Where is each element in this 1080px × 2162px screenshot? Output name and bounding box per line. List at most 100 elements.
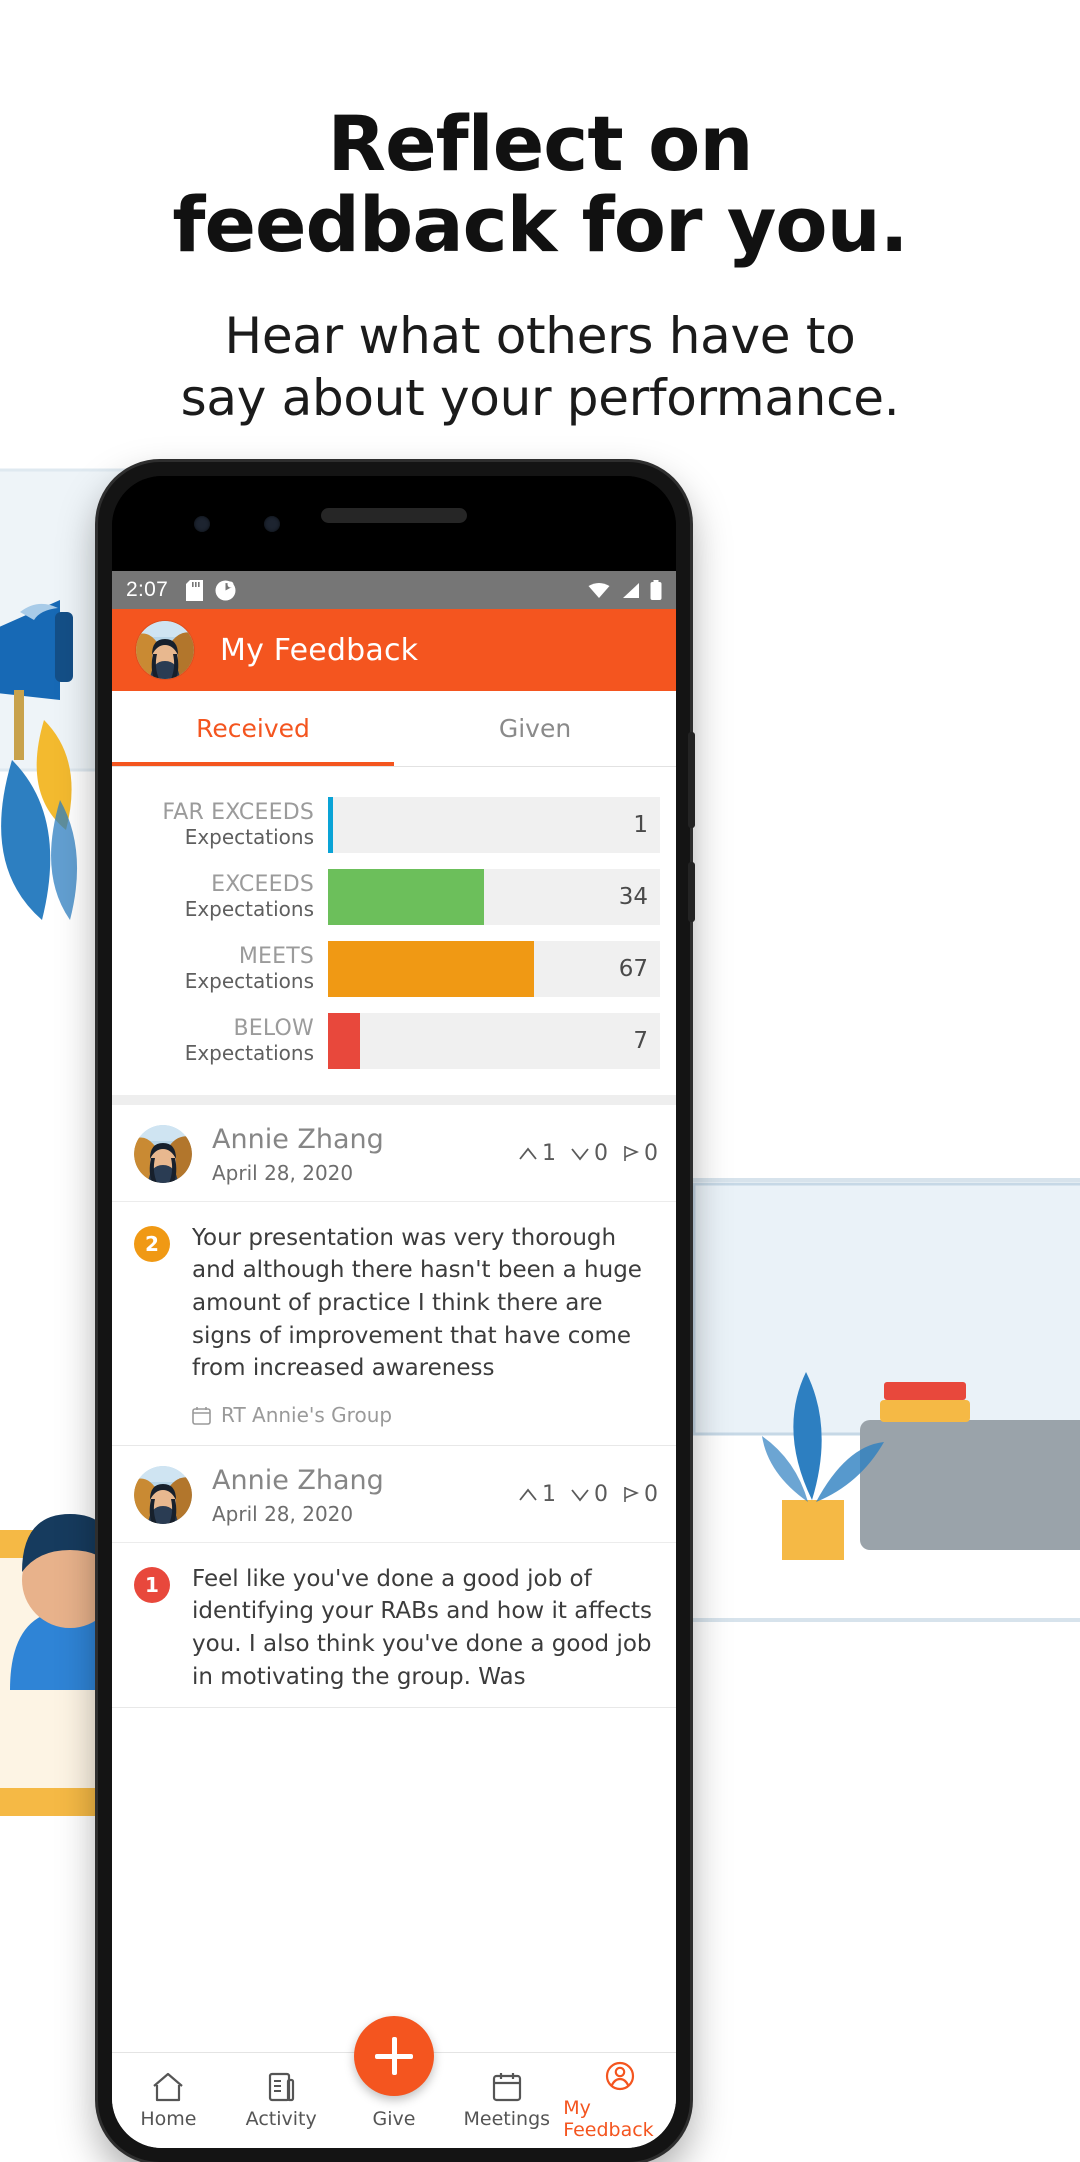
volume-button[interactable]	[688, 862, 695, 922]
flag-icon	[624, 1487, 639, 1503]
person-circle-icon	[605, 2061, 634, 2091]
stat-row-exceeds[interactable]: EXCEEDS Expectations 34	[128, 869, 660, 925]
stat-row-meets[interactable]: MEETS Expectations 67	[128, 941, 660, 997]
feedback-header: Annie Zhang April 28, 2020 1 0 0	[112, 1446, 676, 1543]
subhead-line-1: Hear what others have to	[224, 307, 856, 366]
feedback-date: April 28, 2020	[212, 1501, 354, 1526]
stat-label-line1: BELOW	[233, 1015, 314, 1041]
nav-item-activity[interactable]: Activity	[225, 2053, 338, 2148]
avatar[interactable]	[134, 1465, 192, 1524]
nav-label: Activity	[245, 2108, 317, 2130]
stat-track: 1	[328, 797, 660, 853]
page-title: My Feedback	[220, 632, 419, 668]
headline-line-2: feedback for you.	[172, 179, 908, 269]
downvote-button[interactable]: 0	[571, 1482, 608, 1507]
stat-count-meets: 67	[618, 956, 648, 982]
status-bar: 2:07	[112, 571, 676, 609]
feedback-text: Your presentation was very thorough and …	[192, 1224, 642, 1382]
feedback-body: 1 Feel like you've done a good job of id…	[112, 1543, 676, 1708]
tab-received[interactable]: Received	[112, 691, 394, 766]
feedback-body: 2 Your presentation was very thorough an…	[112, 1202, 676, 1399]
flag-count: 0	[644, 1482, 658, 1508]
stat-label-line1: FAR EXCEEDS	[162, 799, 314, 825]
flag-button[interactable]: 0	[623, 1141, 658, 1166]
home-icon	[153, 2072, 184, 2102]
feedback-author: Annie Zhang April 28, 2020	[212, 1123, 384, 1185]
front-camera-icon	[194, 516, 210, 532]
tab-bar: Received Given	[112, 691, 676, 767]
feedback-author: Annie Zhang April 28, 2020	[212, 1464, 384, 1526]
headline-line-1: Reflect on	[327, 99, 754, 188]
cell-signal-icon	[623, 582, 639, 598]
downvote-count: 0	[594, 1482, 608, 1508]
battery-icon	[650, 580, 662, 600]
avatar-image	[134, 1124, 192, 1183]
downvote-count: 0	[594, 1141, 608, 1167]
upvote-count: 1	[542, 1482, 556, 1508]
stat-label-line1: MEETS	[238, 943, 314, 969]
nav-item-my-feedback[interactable]: My Feedback	[563, 2053, 676, 2148]
stat-fill-meets	[328, 941, 534, 997]
stat-row-far-exceeds[interactable]: FAR EXCEEDS Expectations 1	[128, 797, 660, 853]
feedback-reactions: 1 0 0	[519, 1141, 658, 1166]
stat-label-far-exceeds: FAR EXCEEDS Expectations	[128, 797, 328, 853]
feedback-card[interactable]: Annie Zhang April 28, 2020 1	[112, 1105, 676, 1447]
plus-icon-vertical	[391, 2037, 397, 2075]
app-screen: 2:07 My Feedback Received Given FAR EXCE…	[112, 571, 676, 2148]
feedback-text: Feel like you've done a good job of iden…	[192, 1565, 652, 1690]
tab-given[interactable]: Given	[394, 691, 676, 766]
avatar[interactable]	[136, 621, 194, 679]
avatar[interactable]	[134, 1124, 192, 1183]
power-button[interactable]	[688, 732, 695, 828]
stat-label-exceeds: EXCEEDS Expectations	[128, 869, 328, 925]
rating-badge: 2	[134, 1225, 170, 1262]
nav-label: Home	[140, 2108, 197, 2130]
nav-item-meetings[interactable]: Meetings	[450, 2053, 563, 2148]
flag-count: 0	[644, 1141, 658, 1167]
nav-item-home[interactable]: Home	[112, 2053, 225, 2148]
give-feedback-fab[interactable]	[354, 2016, 434, 2096]
stat-row-below[interactable]: BELOW Expectations 7	[128, 1013, 660, 1069]
stat-label-meets: MEETS Expectations	[128, 941, 328, 997]
avatar-image	[136, 621, 194, 679]
stat-label-line2: Expectations	[184, 825, 314, 850]
chevron-down-icon	[571, 1148, 589, 1161]
feedback-header: Annie Zhang April 28, 2020 1 0 0	[112, 1105, 676, 1202]
upvote-button[interactable]: 1	[519, 1482, 556, 1507]
alarm-clock-icon	[215, 580, 236, 600]
upvote-button[interactable]: 1	[519, 1141, 556, 1166]
downvote-button[interactable]: 0	[571, 1141, 608, 1166]
chevron-up-icon	[519, 1488, 537, 1501]
stat-track: 7	[328, 1013, 660, 1069]
ratings-summary-chart: FAR EXCEEDS Expectations 1 EXCEEDS Expec…	[112, 767, 676, 1105]
earpiece-speaker	[321, 508, 467, 523]
feedback-date: April 28, 2020	[212, 1160, 354, 1185]
activity-icon	[269, 2072, 295, 2102]
stat-label-line2: Expectations	[184, 897, 314, 922]
promo-headline-block: Reflect on feedback for you. Hear what o…	[0, 0, 1080, 440]
stat-label-line2: Expectations	[184, 1041, 314, 1066]
feedback-tag-label: RT Annie's Group	[221, 1403, 393, 1428]
nav-label: Give	[372, 2108, 416, 2130]
phone-screen-bezel: 2:07 My Feedback Received Given FAR EXCE…	[112, 476, 676, 2148]
author-name: Annie Zhang	[212, 1465, 384, 1497]
feedback-tag[interactable]: RT Annie's Group	[112, 1399, 676, 1445]
upvote-count: 1	[542, 1141, 556, 1167]
flag-button[interactable]: 0	[623, 1482, 658, 1507]
chevron-down-icon	[571, 1489, 589, 1502]
flag-icon	[624, 1146, 639, 1162]
feedback-card[interactable]: Annie Zhang April 28, 2020 1	[112, 1446, 676, 1709]
avatar-image	[134, 1465, 192, 1524]
app-bar: My Feedback	[112, 609, 676, 691]
nav-label: Meetings	[463, 2108, 551, 2130]
stat-fill-below	[328, 1013, 360, 1069]
stat-label-below: BELOW Expectations	[128, 1013, 328, 1069]
stat-count-far-exceeds: 1	[633, 812, 648, 838]
nav-label: My Feedback	[563, 2097, 654, 2141]
author-name: Annie Zhang	[212, 1124, 384, 1155]
stat-track: 67	[328, 941, 660, 997]
stat-count-exceeds: 34	[618, 884, 648, 910]
calendar-icon	[492, 2073, 521, 2102]
rating-badge: 1	[134, 1566, 170, 1603]
tab-active-indicator	[112, 762, 394, 766]
